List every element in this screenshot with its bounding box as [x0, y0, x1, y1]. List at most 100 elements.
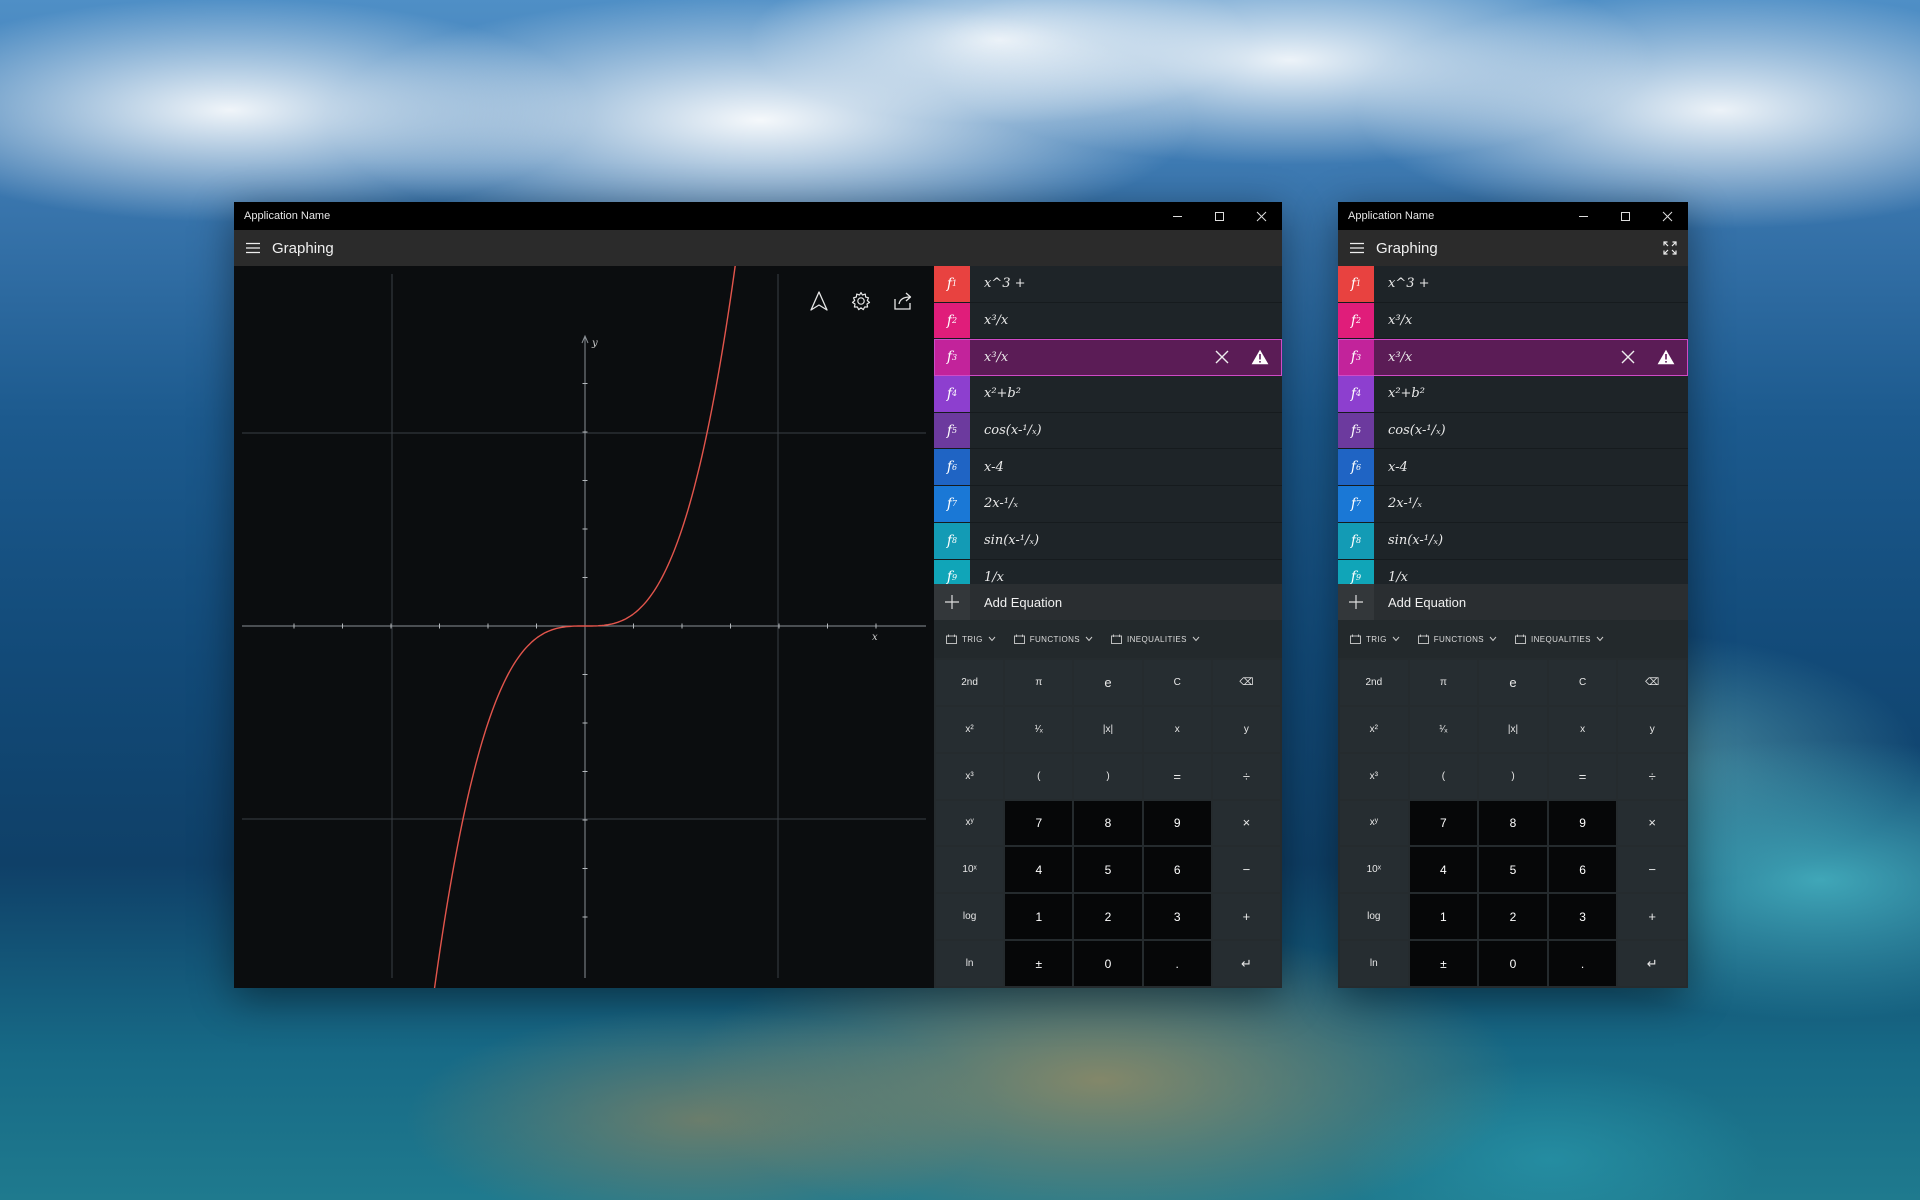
key-button[interactable]: 10ˣ — [1340, 847, 1408, 893]
equation-input[interactable]: x^3 + — [970, 276, 1282, 291]
key-button[interactable]: x — [1548, 706, 1617, 752]
function-color-badge[interactable]: f3 — [934, 339, 970, 376]
key-button[interactable]: + — [1212, 894, 1280, 940]
key-button[interactable]: 0 — [1479, 941, 1547, 986]
equation-input[interactable]: x³/x — [1374, 313, 1688, 328]
key-button[interactable]: ⌫ — [1618, 660, 1686, 705]
key-button[interactable]: π — [1409, 660, 1478, 705]
graph-canvas[interactable]: x y — [234, 266, 934, 988]
close-button[interactable] — [1240, 202, 1282, 230]
menu-trig[interactable]: TRIG — [942, 626, 1000, 652]
key-button[interactable]: × — [1618, 800, 1686, 846]
equation-row-f5[interactable]: f 5 cos(x-¹/ₓ) — [1338, 412, 1688, 450]
menu-inequalities[interactable]: INEQUALITIES — [1511, 626, 1608, 652]
equation-row-f6[interactable]: f 6 x-4 — [1338, 449, 1688, 487]
menu-inequalities[interactable]: INEQUALITIES — [1107, 626, 1204, 652]
key-button[interactable]: 5 — [1479, 847, 1547, 893]
key-button[interactable]: |x| — [1479, 706, 1547, 752]
close-button[interactable] — [1646, 202, 1688, 230]
equation-input[interactable]: 1/x — [1374, 570, 1688, 584]
key-button[interactable]: 7 — [1409, 800, 1478, 846]
key-button[interactable]: ¹⁄ₓ — [1005, 706, 1073, 752]
add-equation-button[interactable]: Add Equation — [1338, 584, 1688, 620]
equation-error-button[interactable] — [1654, 345, 1678, 369]
remove-equation-button[interactable] — [1616, 345, 1640, 369]
function-color-badge[interactable]: f3 — [1338, 339, 1374, 376]
key-button[interactable]: x² — [936, 706, 1004, 752]
key-button[interactable]: ) — [1074, 753, 1142, 799]
equation-row-f1[interactable]: f 1 x^3 + — [1338, 266, 1688, 303]
equation-input[interactable]: x^3 + — [1374, 276, 1688, 291]
key-button[interactable]: 9 — [1143, 800, 1211, 846]
equation-input[interactable]: cos(x-¹/ₓ) — [1374, 423, 1688, 438]
equation-error-button[interactable] — [1248, 345, 1272, 369]
share-button[interactable] — [888, 286, 918, 316]
settings-button[interactable] — [846, 286, 876, 316]
equation-input[interactable]: x-4 — [970, 460, 1282, 475]
key-button[interactable]: x³ — [1340, 753, 1408, 799]
equation-input[interactable]: 2x-¹/ₓ — [1374, 496, 1688, 511]
function-color-badge[interactable]: f1 — [1338, 266, 1374, 302]
key-button[interactable]: x² — [1340, 706, 1408, 752]
equation-row-f2[interactable]: f 2 x³/x — [1338, 302, 1688, 340]
hamburger-menu-button[interactable] — [234, 230, 272, 266]
key-button[interactable]: − — [1212, 847, 1280, 893]
key-button[interactable]: ( — [1409, 753, 1478, 799]
equation-input[interactable]: x²+b² — [970, 386, 1282, 401]
key-button[interactable]: 4 — [1005, 847, 1073, 893]
equation-row-f4[interactable]: f 4 x²+b² — [1338, 376, 1688, 413]
minimize-button[interactable] — [1562, 202, 1604, 230]
equation-input[interactable]: x³/x — [970, 313, 1282, 328]
equation-input[interactable]: 1/x — [970, 570, 1282, 584]
equation-input[interactable]: sin(x-¹/ₓ) — [1374, 533, 1688, 548]
maximize-button[interactable] — [1604, 202, 1646, 230]
key-button[interactable]: ¹⁄ₓ — [1409, 706, 1478, 752]
equation-row-f5[interactable]: f 5 cos(x-¹/ₓ) — [934, 412, 1282, 450]
equation-row-f4[interactable]: f 4 x²+b² — [934, 376, 1282, 413]
key-button[interactable]: e — [1074, 660, 1142, 705]
function-color-badge[interactable]: f5 — [934, 412, 970, 449]
equation-input[interactable]: sin(x-¹/ₓ) — [970, 533, 1282, 548]
function-color-badge[interactable]: f9 — [1338, 559, 1374, 584]
function-color-badge[interactable]: f6 — [934, 449, 970, 486]
key-button[interactable]: ( — [1005, 753, 1073, 799]
equation-row-f3[interactable]: f 3 x³/x — [1338, 339, 1688, 377]
equation-input[interactable]: x³/x — [1374, 350, 1616, 365]
key-button[interactable]: ln — [1340, 941, 1408, 986]
key-button[interactable]: x — [1143, 706, 1211, 752]
key-button[interactable]: ± — [1409, 941, 1478, 986]
minimize-button[interactable] — [1156, 202, 1198, 230]
function-color-badge[interactable]: f6 — [1338, 449, 1374, 486]
key-button[interactable]: 6 — [1548, 847, 1617, 893]
function-color-badge[interactable]: f8 — [1338, 522, 1374, 559]
expand-graph-button[interactable] — [1652, 230, 1688, 266]
key-button[interactable]: ↵ — [1618, 941, 1686, 986]
key-button[interactable]: ÷ — [1212, 753, 1280, 799]
key-button[interactable]: 7 — [1005, 800, 1073, 846]
key-button[interactable]: e — [1479, 660, 1547, 705]
hamburger-menu-button[interactable] — [1338, 230, 1376, 266]
key-button[interactable]: 0 — [1074, 941, 1142, 986]
equation-row-f8[interactable]: f 8 sin(x-¹/ₓ) — [934, 522, 1282, 560]
key-button[interactable]: log — [936, 894, 1004, 940]
key-button[interactable]: log — [1340, 894, 1408, 940]
key-button[interactable]: π — [1005, 660, 1073, 705]
key-button[interactable]: = — [1143, 753, 1211, 799]
key-button[interactable]: y — [1212, 706, 1280, 752]
key-button[interactable]: ↵ — [1212, 941, 1280, 986]
title-bar[interactable]: Application Name — [234, 202, 1282, 230]
equation-input[interactable]: cos(x-¹/ₓ) — [970, 423, 1282, 438]
function-color-badge[interactable]: f4 — [934, 376, 970, 412]
equation-row-f6[interactable]: f 6 x-4 — [934, 449, 1282, 487]
key-button[interactable]: × — [1212, 800, 1280, 846]
function-color-badge[interactable]: f1 — [934, 266, 970, 302]
function-color-badge[interactable]: f9 — [934, 559, 970, 584]
equation-input[interactable]: x²+b² — [1374, 386, 1688, 401]
function-curve[interactable] — [432, 266, 736, 988]
maximize-button[interactable] — [1198, 202, 1240, 230]
function-color-badge[interactable]: f2 — [1338, 302, 1374, 339]
key-button[interactable]: 10ˣ — [936, 847, 1004, 893]
key-button[interactable]: xʸ — [1340, 800, 1408, 846]
key-button[interactable]: ÷ — [1618, 753, 1686, 799]
key-button[interactable]: y — [1618, 706, 1686, 752]
